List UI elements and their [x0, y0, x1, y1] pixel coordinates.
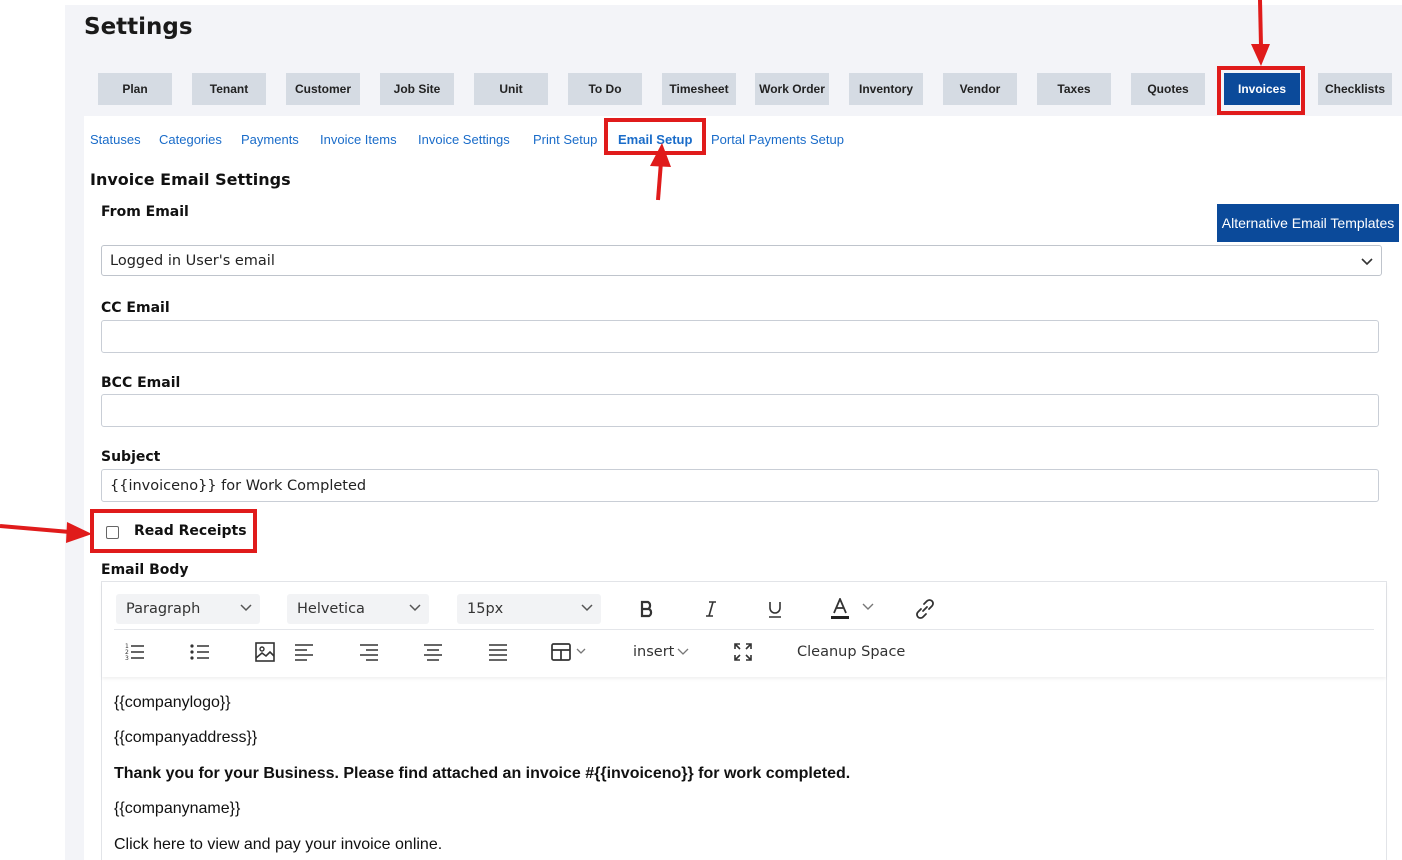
tab-vendor[interactable]: Vendor [943, 73, 1017, 105]
body-line-company-name: {{companyname}} [114, 800, 241, 817]
subject-label: Subject [101, 449, 161, 465]
tab-taxes[interactable]: Taxes [1037, 73, 1111, 105]
italic-icon[interactable] [700, 596, 722, 622]
annotation-arrow-down [1251, 0, 1270, 66]
bold-icon[interactable] [636, 596, 658, 622]
block-format-select[interactable]: Paragraph [116, 594, 260, 624]
alternative-email-templates-button[interactable]: Alternative Email Templates [1217, 204, 1399, 242]
tab-timesheet[interactable]: Timesheet [662, 73, 736, 105]
annotation-arrow-right [0, 522, 92, 543]
tab-quotes[interactable]: Quotes [1131, 73, 1205, 105]
chevron-down-icon [409, 604, 421, 612]
section-title: Invoice Email Settings [90, 170, 291, 189]
chevron-down-icon[interactable] [676, 642, 690, 662]
ordered-list-icon[interactable]: 123 [123, 640, 147, 664]
cc-email-input[interactable] [101, 320, 1379, 353]
body-line-company-logo: {{companylogo}} [114, 694, 231, 711]
email-body-editor: Paragraph Helvetica 15px 123 insert Clea… [101, 581, 1387, 860]
svg-text:3: 3 [125, 655, 129, 662]
font-family-select[interactable]: Helvetica [287, 594, 429, 624]
insert-dropdown[interactable]: insert [633, 644, 674, 660]
link-icon[interactable] [913, 596, 937, 622]
font-family-value: Helvetica [297, 601, 365, 617]
body-line-company-address: {{companyaddress}} [114, 729, 258, 746]
fullscreen-icon[interactable] [731, 640, 755, 664]
subnav-invoice-settings[interactable]: Invoice Settings [418, 132, 510, 147]
text-color-icon[interactable] [828, 596, 878, 622]
underline-icon[interactable] [764, 596, 786, 622]
cleanup-space-button[interactable]: Cleanup Space [797, 644, 905, 660]
align-center-icon[interactable] [421, 640, 445, 664]
subnav-print-setup[interactable]: Print Setup [533, 132, 597, 147]
subject-input[interactable]: {{invoiceno}} for Work Completed [101, 469, 1379, 502]
subnav-invoice-items[interactable]: Invoice Items [320, 132, 397, 147]
cc-email-label: CC Email [101, 300, 170, 316]
font-size-value: 15px [467, 601, 504, 617]
subnav-categories[interactable]: Categories [159, 132, 222, 147]
bcc-email-input[interactable] [101, 394, 1379, 427]
bcc-email-label: BCC Email [101, 375, 181, 391]
tab-customer[interactable]: Customer [286, 73, 360, 105]
tab-unit[interactable]: Unit [474, 73, 548, 105]
body-line-thank-you: Thank you for your Business. Please find… [114, 765, 851, 782]
tab-checklists[interactable]: Checklists [1318, 73, 1392, 105]
align-right-icon[interactable] [357, 640, 381, 664]
tab-plan[interactable]: Plan [98, 73, 172, 105]
from-email-value: Logged in User's email [110, 252, 275, 269]
tab-to-do[interactable]: To Do [568, 73, 642, 105]
chevron-down-icon [581, 604, 593, 612]
editor-toolbar: Paragraph Helvetica 15px 123 insert Clea… [102, 582, 1386, 677]
block-format-value: Paragraph [126, 601, 201, 617]
tab-tenant[interactable]: Tenant [192, 73, 266, 105]
bullet-list-icon[interactable] [188, 640, 212, 664]
font-size-select[interactable]: 15px [457, 594, 601, 624]
subnav-statuses[interactable]: Statuses [90, 132, 141, 147]
page-title: Settings [84, 14, 193, 40]
annotation-arrow-up [650, 143, 671, 201]
tab-work-order[interactable]: Work Order [755, 73, 829, 105]
tab-inventory[interactable]: Inventory [849, 73, 923, 105]
subnav-portal-payments-setup[interactable]: Portal Payments Setup [711, 132, 844, 147]
annotation-box-read-receipts [90, 509, 257, 553]
email-body-label: Email Body [101, 562, 189, 578]
from-email-select[interactable]: Logged in User's email [101, 245, 1382, 276]
annotation-box-invoices [1217, 66, 1305, 115]
toolbar-divider [114, 629, 1374, 630]
subnav-payments[interactable]: Payments [241, 132, 299, 147]
align-justify-icon[interactable] [486, 640, 510, 664]
tab-job-site[interactable]: Job Site [380, 73, 454, 105]
from-email-label: From Email [101, 204, 189, 220]
align-left-icon[interactable] [292, 640, 316, 664]
chevron-down-icon [240, 604, 252, 612]
image-icon[interactable] [253, 640, 277, 664]
body-line-pay-online: Click here to view and pay your invoice … [114, 836, 443, 853]
table-icon[interactable] [550, 640, 592, 664]
chevron-down-icon [1361, 258, 1373, 266]
